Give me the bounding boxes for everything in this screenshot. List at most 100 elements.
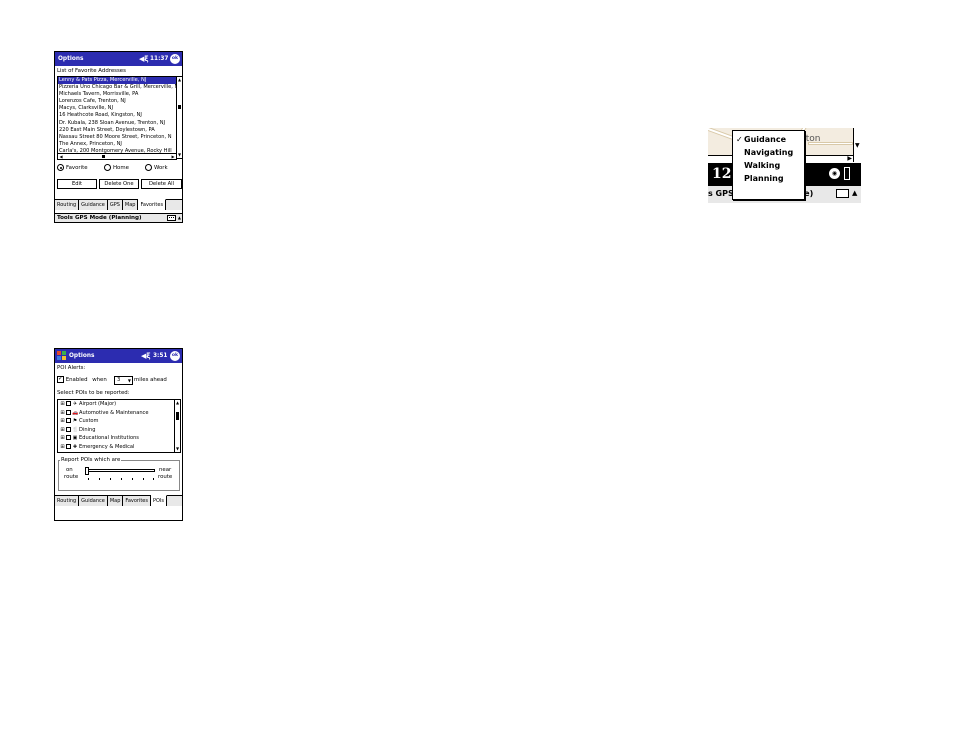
options-tabs: Routing Guidance GPS Map Favorites bbox=[55, 199, 182, 210]
proximity-slider-thumb[interactable] bbox=[85, 467, 89, 475]
keyboard-icon[interactable] bbox=[836, 189, 849, 198]
list-item[interactable]: Macys, Clarksville, NJ bbox=[58, 105, 182, 112]
tab-map[interactable]: Map bbox=[123, 200, 139, 210]
poi-checkbox[interactable] bbox=[66, 426, 71, 432]
address-rows: Lenny & Pats Pizza, Mercerville, NJ Pizze… bbox=[58, 77, 182, 155]
airplane-icon: ✈ bbox=[72, 401, 78, 407]
ok-button[interactable]: ok bbox=[170, 54, 180, 64]
radio-work[interactable]: Work bbox=[145, 164, 168, 171]
list-item[interactable]: Lorenzos Cafe, Trenton, NJ bbox=[58, 98, 182, 105]
scroll-thumb[interactable] bbox=[176, 412, 179, 420]
vertical-scrollbar[interactable]: ▲ ▼ bbox=[176, 77, 182, 158]
expand-plus-icon[interactable]: ⊞ bbox=[60, 417, 65, 426]
delete-one-button[interactable]: Delete One bbox=[99, 179, 139, 189]
clock[interactable]: 11:37 bbox=[150, 56, 168, 62]
expand-plus-icon[interactable]: ⊞ bbox=[60, 426, 65, 435]
input-menu-arrow-icon[interactable]: ▲ bbox=[178, 215, 181, 220]
scroll-right-icon[interactable]: ▶ bbox=[847, 155, 852, 162]
enabled-checkbox[interactable] bbox=[57, 375, 64, 383]
tab-pois[interactable]: POIs bbox=[151, 495, 168, 506]
scroll-down-icon[interactable]: ▼ bbox=[175, 446, 180, 452]
clock[interactable]: 3:51 bbox=[153, 353, 167, 359]
poi-checkbox[interactable] bbox=[66, 409, 71, 415]
scroll-up-icon[interactable]: ▲ bbox=[177, 77, 182, 83]
poi-name: Custom bbox=[79, 418, 99, 425]
list-item[interactable]: Pizzeria Uno Chicago Bar & Grill, Mercer… bbox=[58, 84, 182, 91]
expand-plus-icon[interactable]: ⊞ bbox=[60, 409, 65, 418]
menu-item-navigating[interactable]: Navigating bbox=[736, 148, 793, 157]
poi-tree-row[interactable]: ⊞ ⚑ Custom bbox=[58, 417, 180, 426]
poi-checkbox[interactable] bbox=[66, 401, 71, 406]
keyboard-icon[interactable] bbox=[167, 215, 176, 221]
radio-work-label: Work bbox=[154, 164, 168, 171]
scroll-up-icon[interactable]: ▲ bbox=[175, 400, 180, 406]
ok-button[interactable]: ok bbox=[170, 351, 180, 361]
edit-button[interactable]: Edit bbox=[57, 179, 97, 189]
enabled-row: Enabled when bbox=[57, 375, 107, 383]
medical-cross-icon: ✚ bbox=[72, 443, 78, 450]
dropdown-arrow-icon[interactable]: ▼ bbox=[128, 377, 131, 384]
scroll-thumb[interactable] bbox=[178, 105, 181, 109]
poi-tree[interactable]: ⊞ ✈ Airport (Major) ⊞ 🚗Automotive & Maintena… bbox=[57, 399, 181, 453]
horizontal-scrollbar[interactable]: ◀ ▶ bbox=[57, 153, 177, 160]
radio-favorite[interactable]: Favorite bbox=[57, 164, 88, 171]
expand-plus-icon[interactable]: ⊞ bbox=[60, 443, 65, 452]
tab-routing[interactable]: Routing bbox=[55, 200, 80, 210]
poi-checkbox[interactable] bbox=[66, 443, 71, 449]
tab-gps[interactable]: GPS bbox=[108, 200, 123, 210]
menu-item-walking[interactable]: Walking bbox=[736, 161, 780, 170]
slider-tick bbox=[99, 478, 100, 480]
list-item[interactable]: The Annex, Princeton, NJ bbox=[58, 141, 182, 148]
expand-plus-icon[interactable]: ⊞ bbox=[60, 400, 65, 409]
school-icon: ▣ bbox=[72, 435, 78, 442]
windows-start-icon[interactable] bbox=[57, 351, 67, 361]
list-item[interactable]: 16 Heathcote Road, Kingston, NJ bbox=[58, 112, 182, 119]
command-bar-text[interactable]: Tools GPS Mode (Planning) bbox=[57, 215, 142, 221]
radio-home[interactable]: Home bbox=[104, 164, 129, 171]
scroll-right-icon[interactable]: ▶ bbox=[170, 154, 176, 159]
tab-favorites[interactable]: Favorites bbox=[123, 496, 151, 506]
scroll-left-icon[interactable]: ◀ bbox=[58, 154, 64, 159]
options-tabs: Routing Guidance Map Favorites POIs bbox=[55, 495, 182, 506]
tab-routing[interactable]: Routing bbox=[55, 496, 80, 506]
map-vertical-scrollbar[interactable]: ▼ bbox=[853, 128, 861, 162]
list-item[interactable]: 220 East Main Street, Doylestown, PA bbox=[58, 127, 182, 134]
horizontal-scroll-thumb[interactable] bbox=[102, 155, 105, 158]
delete-all-button[interactable]: Delete All bbox=[141, 179, 182, 189]
list-item[interactable]: Dr. Kubala, 238 Sloan Avenue, Trenton, N… bbox=[58, 120, 182, 127]
scroll-down-icon[interactable]: ▼ bbox=[855, 142, 860, 149]
gps-satellite-icon[interactable]: ◉ bbox=[829, 168, 840, 179]
miles-ahead-select[interactable]: 3 ▼ bbox=[114, 376, 133, 385]
menu-item-planning[interactable]: Planning bbox=[736, 174, 784, 183]
menu-item-guidance[interactable]: ✓Guidance bbox=[736, 135, 786, 144]
poi-name: Educational Institutions bbox=[79, 435, 139, 442]
list-item[interactable]: Nassau Street 80 Moore Street, Princeton… bbox=[58, 134, 182, 141]
poi-checkbox[interactable] bbox=[66, 435, 71, 441]
tab-guidance[interactable]: Guidance bbox=[79, 496, 108, 506]
expand-plus-icon[interactable]: ⊞ bbox=[60, 434, 65, 443]
radio-home-dot[interactable] bbox=[104, 164, 111, 171]
proximity-slider-track[interactable] bbox=[85, 469, 155, 472]
poi-tree-row[interactable]: ⊞ 🚗Automotive & Maintenance bbox=[58, 409, 180, 418]
speaker-icon[interactable]: ◀ξ bbox=[139, 55, 149, 63]
favorites-list[interactable]: Lenny & Pats Pizza, Mercerville, NJ Pizze… bbox=[57, 76, 182, 159]
vertical-scrollbar[interactable]: ▲ ▼ bbox=[174, 400, 180, 452]
tab-map[interactable]: Map bbox=[108, 496, 124, 506]
tab-guidance[interactable]: Guidance bbox=[79, 200, 108, 210]
poi-tree-row[interactable]: ⊞ 🍴Dining bbox=[58, 426, 180, 435]
list-item[interactable]: Lenny & Pats Pizza, Mercerville, NJ bbox=[58, 77, 182, 85]
poi-checkbox[interactable] bbox=[66, 418, 71, 424]
poi-tree-row[interactable]: ⊞ ✚ Emergency & Medical bbox=[58, 443, 180, 452]
poi-tree-row[interactable]: ⊞ ▣ Educational Institutions bbox=[58, 434, 180, 443]
radio-favorite-dot[interactable] bbox=[57, 164, 64, 171]
input-menu-arrow-icon[interactable]: ▲ bbox=[852, 189, 857, 197]
tab-favorites[interactable]: Favorites bbox=[138, 199, 167, 210]
slider-on-label: on bbox=[66, 467, 73, 473]
dining-icon: 🍴 bbox=[72, 426, 79, 433]
scroll-down-icon[interactable]: ▼ bbox=[177, 152, 182, 158]
radio-work-dot[interactable] bbox=[145, 164, 152, 171]
speaker-icon[interactable]: ◀ξ bbox=[141, 352, 151, 360]
command-bar: Tools GPS Mode (Planning) ▲ bbox=[55, 213, 182, 222]
list-item[interactable]: Michaels Tavern, Morrisville, PA bbox=[58, 91, 182, 98]
poi-tree-row[interactable]: ⊞ ✈ Airport (Major) bbox=[58, 400, 180, 409]
